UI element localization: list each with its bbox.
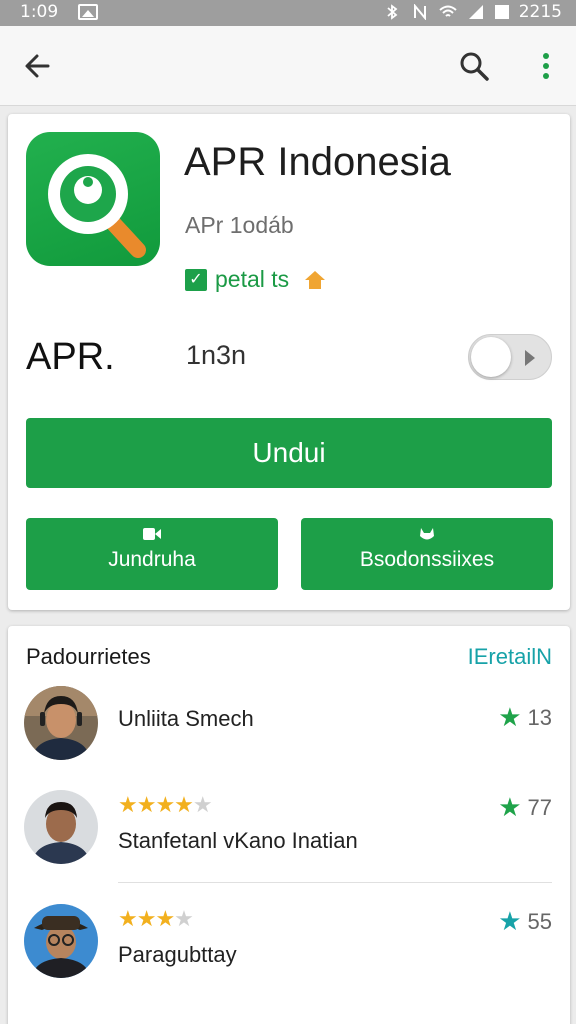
review-score-value: 13 <box>527 704 552 730</box>
star-icon: ★ <box>498 792 522 822</box>
divider <box>118 882 552 883</box>
house-icon <box>305 270 326 289</box>
developer-name[interactable]: APr 1odáb <box>185 212 294 239</box>
status-icons: 2215 <box>383 2 562 22</box>
review-score-value: 55 <box>527 908 552 934</box>
app-bar <box>0 26 576 106</box>
review-score: ★ 55 <box>498 906 552 937</box>
app-logo-icon <box>26 132 160 266</box>
reviews-more-link[interactable]: IEretailN <box>468 644 552 670</box>
avatar <box>24 790 98 864</box>
apr-label: APR. <box>26 336 115 378</box>
review-stars: ★★★★★ <box>118 792 213 817</box>
app-title: APR Indonesia <box>184 140 451 184</box>
image-icon <box>78 4 98 20</box>
avatar <box>24 686 98 760</box>
video-icon <box>143 528 161 540</box>
status-time: 1:09 <box>20 2 59 22</box>
pet-icon <box>420 528 434 540</box>
left-action-button[interactable]: Jundruha <box>26 518 278 590</box>
right-action-button[interactable]: Bsodonssiixes <box>301 518 553 590</box>
apr-value: 1n3n <box>186 340 247 370</box>
reviewer-name: Stanfetanl vKano Inatian <box>118 828 358 853</box>
review-score-value: 77 <box>527 794 552 820</box>
status-bar: 1:09 2215 <box>0 0 576 26</box>
status-right-text: 2215 <box>518 2 562 22</box>
star-icon: ★ <box>498 702 522 732</box>
wifi-icon <box>439 5 457 17</box>
battery-icon <box>494 5 509 19</box>
reviewer-name: Unliita Smech <box>118 706 254 731</box>
toggle-knob <box>471 337 511 377</box>
more-vert-icon[interactable] <box>534 48 558 84</box>
nfc-icon <box>413 4 426 20</box>
reviewer-name: Paragubttay <box>118 942 237 967</box>
bluetooth-icon <box>387 4 398 20</box>
editor-badge: ✓ petal ts <box>185 266 327 293</box>
avatar <box>24 904 98 978</box>
left-action-label: Jundruha <box>108 548 196 571</box>
arrow-left-icon[interactable] <box>20 48 56 84</box>
review-score: ★ 77 <box>498 792 552 823</box>
signal-icon <box>468 5 483 19</box>
reviews-header: Padourrietes <box>26 644 151 669</box>
chevron-right-icon <box>525 350 535 366</box>
search-icon[interactable] <box>456 48 492 84</box>
star-icon: ★ <box>498 906 522 936</box>
review-score: ★ 13 <box>498 702 552 733</box>
review-stars: ★★★★ <box>118 906 194 931</box>
install-button[interactable]: Undui <box>26 418 552 488</box>
apr-toggle[interactable] <box>468 334 552 380</box>
badge-label: petal ts <box>215 266 290 292</box>
reviews-card: Padourrietes IEretailN Unliita Smech ★ 1… <box>8 626 570 1024</box>
check-icon: ✓ <box>185 268 207 291</box>
right-action-label: Bsodonssiixes <box>359 548 495 571</box>
app-details-card: APR Indonesia APr 1odáb ✓ petal ts APR. … <box>8 114 570 610</box>
